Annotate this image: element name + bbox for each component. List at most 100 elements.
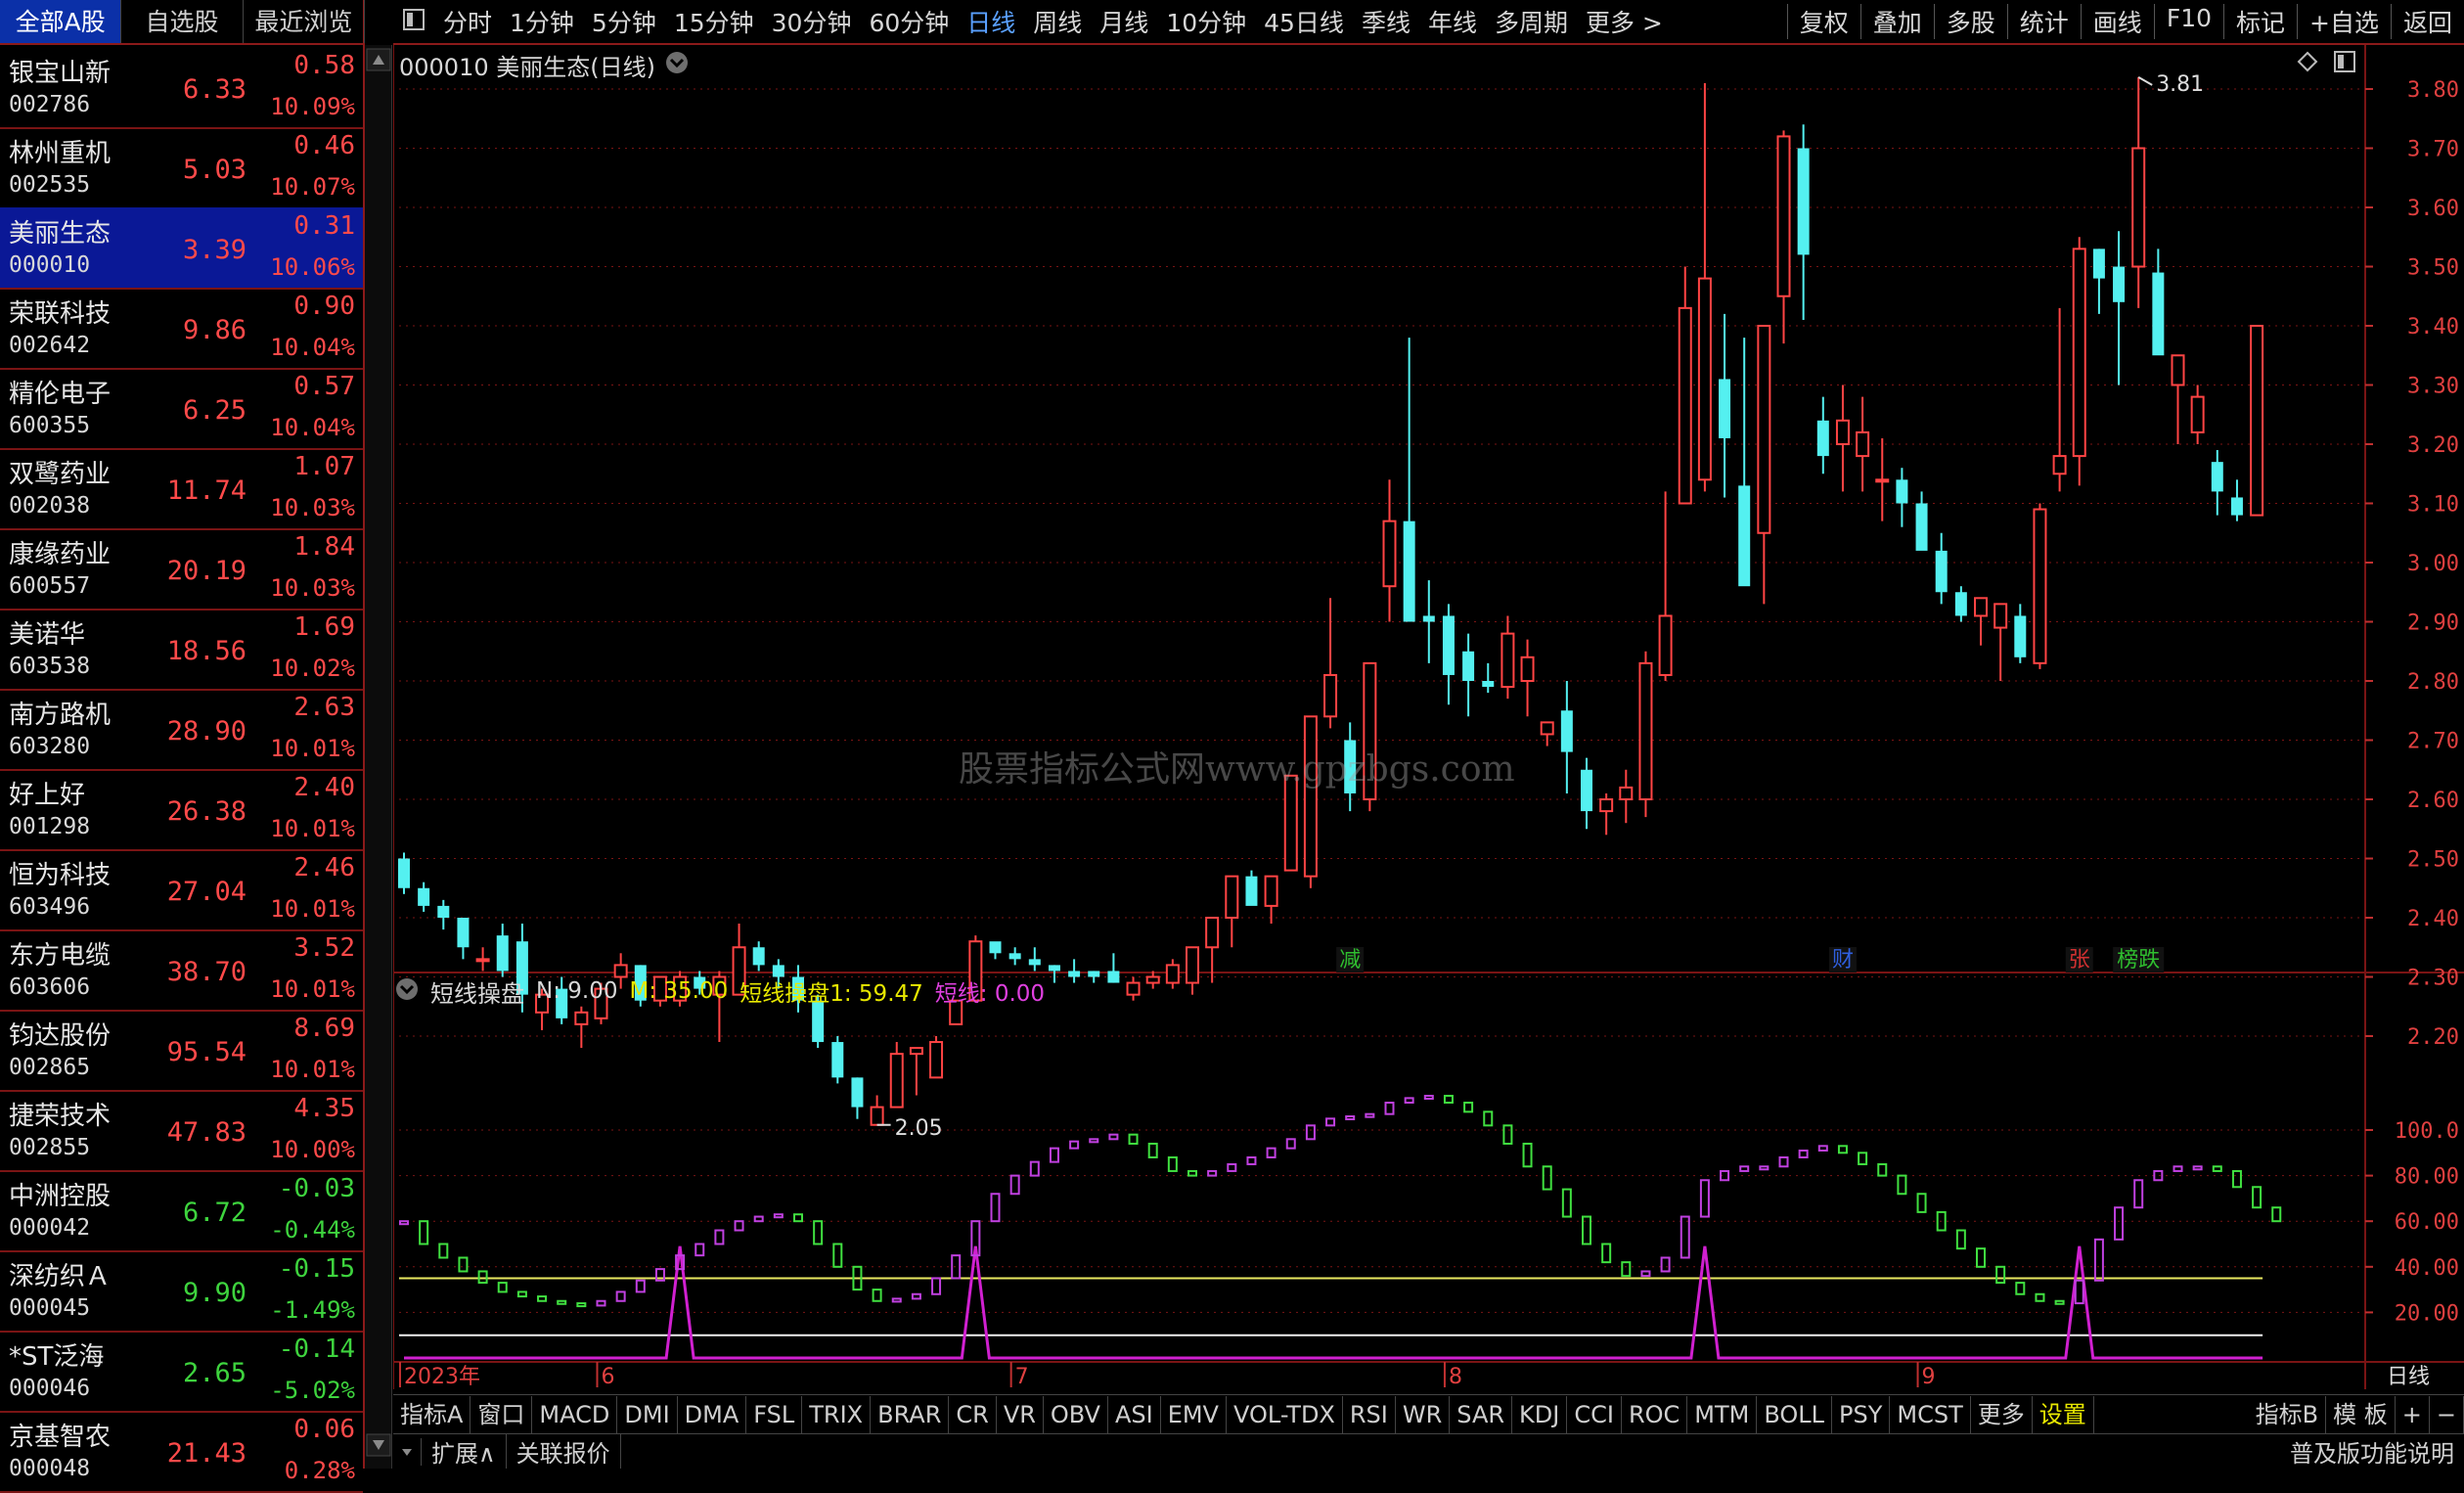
stock-row[interactable]: 荣联科技 002642 9.86 0.90 10.04% [0,288,363,370]
chart-options-chevron-icon[interactable] [665,51,689,78]
toolbar-button-6[interactable]: 标记 [2223,4,2297,39]
period-tab-7[interactable]: 周线 [1024,4,1091,39]
stock-row[interactable]: 京基智农 000048 21.43 0.06 0.28% [0,1411,363,1493]
indicator-tab-22[interactable]: PSY [1832,1395,1891,1433]
stock-row[interactable]: 林州重机 002535 5.03 0.46 10.07% [0,127,363,209]
stock-row[interactable]: 东方电缆 603606 38.70 3.52 10.01% [0,929,363,1012]
indicator-bar [557,1299,567,1305]
indicator-tab-21[interactable]: BOLL [1757,1395,1833,1433]
indicator-bar [1049,1147,1059,1163]
toolbar-button-0[interactable]: 复权 [1786,4,1860,39]
candle [475,947,490,972]
stock-row[interactable]: 深纺织Ａ 000045 9.90 -0.15 -1.49% [0,1250,363,1333]
price-axis-label: 2.80 [2407,670,2459,695]
period-tab-9[interactable]: 10分钟 [1157,4,1255,39]
indicator-tab-11[interactable]: ASI [1108,1395,1161,1433]
indicator-right-button-1[interactable]: 模 板 [2326,1395,2396,1433]
indicator-right-button-0[interactable]: 指标B [2249,1395,2327,1433]
stock-row[interactable]: 好上好 001298 26.38 2.40 10.01% [0,769,363,851]
event-marker[interactable]: 财 [1832,948,1854,973]
bottom-tab-0[interactable]: 扩展∧ [422,1434,507,1469]
stock-change: 2.46 [293,853,355,882]
stock-row[interactable]: 南方路机 603280 28.90 2.63 10.01% [0,689,363,771]
indicator-tab-5[interactable]: FSL [746,1395,803,1433]
stock-row[interactable]: 恒为科技 603496 27.04 2.46 10.01% [0,849,363,931]
left-tab-1[interactable]: 自选股 [121,0,244,43]
period-tab-5[interactable]: 60分钟 [860,4,958,39]
indicator-tab-13[interactable]: VOL-TDX [1227,1395,1343,1433]
indicator-bar [1069,1140,1080,1150]
stock-row[interactable]: 银宝山新 002786 6.33 0.58 10.09% [0,47,363,129]
indicator-tab-6[interactable]: TRIX [802,1395,872,1433]
indicator-tab-24[interactable]: 更多 [1971,1395,2033,1433]
indicator-tab-25[interactable]: 设置 [2033,1395,2094,1433]
period-tab-14[interactable]: 更多 > [1577,4,1672,39]
indicator-axis-label: 60.00 [2395,1210,2459,1235]
stock-list-scrollbar[interactable] [365,45,392,1469]
stock-row[interactable]: 中洲控股 000042 6.72 -0.03 -0.44% [0,1170,363,1252]
period-tab-13[interactable]: 多周期 [1486,4,1577,39]
left-tab-0[interactable]: 全部A股 [0,0,122,43]
left-tab-2[interactable]: 最近浏览 [244,0,365,43]
event-marker[interactable]: 榜跌 [2117,948,2160,973]
bottom-scroll-arrow-icon[interactable] [393,1437,422,1466]
stock-row[interactable]: 美丽生态 000010 3.39 0.31 10.06% [0,207,363,290]
indicator-tab-23[interactable]: MCST [1890,1395,1971,1433]
indicator-chevron-icon[interactable] [395,977,419,1005]
help-link[interactable]: 普及版功能说明 [2280,1434,2464,1469]
event-marker[interactable]: 减 [1339,948,1361,973]
bottom-tab-1[interactable]: 关联报价 [507,1434,621,1469]
indicator-tab-19[interactable]: ROC [1622,1395,1688,1433]
stock-row[interactable]: 钧达股份 002865 95.54 8.69 10.01% [0,1010,363,1092]
indicator-tab-7[interactable]: BRAR [871,1395,950,1433]
period-tab-0[interactable]: 分时 [434,4,501,39]
indicator-tab-16[interactable]: SAR [1450,1395,1513,1433]
layout-toggle-icon[interactable] [393,8,434,36]
indicator-tab-10[interactable]: OBV [1044,1395,1108,1433]
candle [496,924,509,977]
indicator-tab-14[interactable]: RSI [1343,1395,1396,1433]
diamond-icon[interactable] [2297,51,2318,72]
indicator-tab-9[interactable]: VR [997,1395,1044,1433]
toolbar-button-2[interactable]: 多股 [1933,4,2007,39]
indicator-right-button-3[interactable]: − [2430,1395,2464,1433]
period-tab-11[interactable]: 季线 [1353,4,1419,39]
stock-row[interactable]: 美诺华 603538 18.56 1.69 10.02% [0,609,363,691]
stock-code: 000042 [9,1215,91,1241]
indicator-tab-20[interactable]: MTM [1687,1395,1758,1433]
stock-row[interactable]: 双鹭药业 002038 11.74 1.07 10.03% [0,448,363,530]
stock-row[interactable]: 捷荣技术 002855 47.83 4.35 10.00% [0,1090,363,1172]
indicator-tab-15[interactable]: WR [1396,1395,1451,1433]
period-tab-4[interactable]: 30分钟 [763,4,861,39]
stock-row[interactable]: 精伦电子 600355 6.25 0.57 10.04% [0,368,363,450]
stock-row[interactable]: *ST泛海 000046 2.65 -0.14 -5.02% [0,1331,363,1413]
panel-toggle-icon[interactable] [2334,51,2355,72]
period-tab-2[interactable]: 5分钟 [583,4,665,39]
stock-row[interactable]: 康缘药业 600557 20.19 1.84 10.03% [0,528,363,611]
period-tab-12[interactable]: 年线 [1419,4,1486,39]
period-tab-8[interactable]: 月线 [1091,4,1157,39]
kline-chart[interactable]: 3.80 3.70 3.60 3.50 3.40 3.30 3.20 3.10 3.00 2.90… [393,45,2464,1389]
toolbar-button-3[interactable]: 统计 [2006,4,2081,39]
indicator-tab-8[interactable]: CR [949,1395,997,1433]
toolbar-button-1[interactable]: 叠加 [1859,4,1934,39]
toolbar-button-4[interactable]: 画线 [2080,4,2154,39]
stock-change: 0.90 [293,292,355,321]
indicator-tab-18[interactable]: CCI [1567,1395,1622,1433]
indicator-tab-4[interactable]: DMA [678,1395,747,1433]
indicator-tab-1[interactable]: 窗口 [470,1395,533,1433]
indicator-tab-0[interactable]: 指标A [393,1395,471,1433]
indicator-tab-2[interactable]: MACD [532,1395,618,1433]
toolbar-button-7[interactable]: +自选 [2297,4,2391,39]
indicator-right-button-2[interactable]: + [2396,1395,2430,1433]
indicator-tab-3[interactable]: DMI [617,1395,678,1433]
toolbar-button-8[interactable]: 返回 [2390,4,2464,39]
period-tab-1[interactable]: 1分钟 [501,4,583,39]
period-tab-3[interactable]: 15分钟 [665,4,763,39]
event-marker[interactable]: 张 [2069,948,2090,973]
indicator-tab-17[interactable]: KDJ [1512,1395,1568,1433]
toolbar-button-5[interactable]: F10 [2153,4,2223,39]
indicator-tab-12[interactable]: EMV [1161,1395,1227,1433]
period-tab-10[interactable]: 45日线 [1255,4,1353,39]
period-tab-6[interactable]: 日线 [958,4,1024,39]
